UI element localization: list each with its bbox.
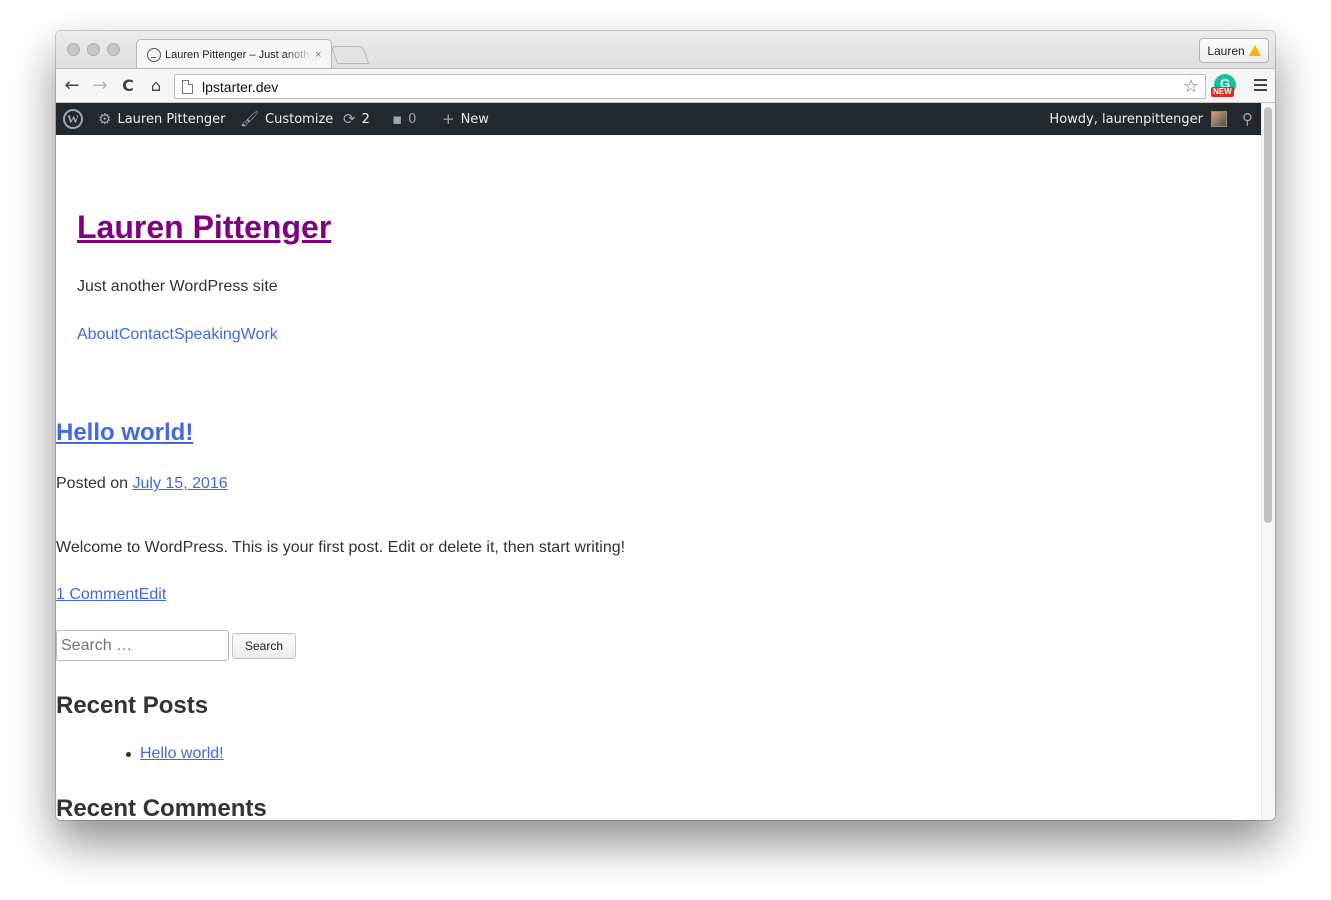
site-description: Just another WordPress site xyxy=(77,278,278,295)
minimize-window-button[interactable] xyxy=(87,43,100,56)
address-bar[interactable]: lpstarter.dev ☆ xyxy=(174,74,1206,99)
page-icon xyxy=(182,80,193,94)
recent-post-link[interactable]: Hello world! xyxy=(140,745,224,763)
post-body: Welcome to WordPress. This is your first… xyxy=(56,539,626,556)
posted-on-label: Posted on xyxy=(56,475,133,492)
home-icon[interactable]: ⌂ xyxy=(145,75,167,97)
site-title-link[interactable]: Lauren Pittenger xyxy=(77,209,331,246)
new-label: New xyxy=(460,111,489,127)
customize-label: Customize xyxy=(265,111,334,127)
dashboard-icon: ⚙ xyxy=(98,110,112,128)
wp-admin-bar: W ⚙ Lauren Pittenger 🖌 Customize ⟳ 2 ▪ 0… xyxy=(56,103,1261,135)
admin-bar-new-content[interactable]: + New xyxy=(442,103,489,135)
hamburger-menu-icon[interactable] xyxy=(1254,79,1267,91)
bookmark-star-icon[interactable]: ☆ xyxy=(1183,76,1199,97)
zoom-window-button[interactable] xyxy=(107,43,120,56)
tab-title: Lauren Pittenger – Just another WordPres… xyxy=(165,49,313,61)
search-icon: ⚲ xyxy=(1242,110,1253,128)
search-button[interactable]: Search xyxy=(232,633,296,659)
edit-link[interactable]: Edit xyxy=(139,586,167,603)
recent-posts-heading: Recent Posts xyxy=(56,692,209,719)
extension-new-badge: NEW xyxy=(1211,87,1234,97)
primary-menu: AboutContactSpeakingWork xyxy=(77,326,278,344)
new-tab-button[interactable] xyxy=(330,46,370,64)
wordpress-logo-icon: W xyxy=(63,109,83,129)
admin-bar-site-name[interactable]: ⚙ Lauren Pittenger xyxy=(98,103,226,135)
menu-item-speaking[interactable]: Speaking xyxy=(174,326,241,343)
scrollbar[interactable] xyxy=(1261,103,1275,820)
admin-bar-comments[interactable]: ▪ 0 xyxy=(392,103,416,135)
admin-bar-customize[interactable]: 🖌 Customize xyxy=(240,103,333,135)
comments-link[interactable]: 1 Comment xyxy=(56,586,139,603)
forward-arrow-icon[interactable]: → xyxy=(89,75,111,97)
plus-icon: + xyxy=(442,110,455,128)
close-window-button[interactable] xyxy=(67,43,80,56)
profile-button[interactable]: Lauren xyxy=(1199,38,1269,63)
search-input[interactable] xyxy=(56,630,229,661)
tab-active[interactable]: Lauren Pittenger – Just another WordPres… xyxy=(136,39,332,68)
bullet-icon xyxy=(126,751,131,757)
menu-item-about[interactable]: About xyxy=(77,326,119,343)
comment-bubble-icon: ▪ xyxy=(392,110,403,128)
warning-icon xyxy=(1248,45,1261,56)
post-footer: 1 CommentEdit xyxy=(56,586,166,604)
recent-comments-heading: Recent Comments xyxy=(56,795,267,820)
menu-item-contact[interactable]: Contact xyxy=(119,326,174,343)
page-viewport: W ⚙ Lauren Pittenger 🖌 Customize ⟳ 2 ▪ 0… xyxy=(56,103,1275,820)
howdy-label: Howdy, laurenpittenger xyxy=(1049,111,1203,127)
browser-toolbar: ← → C ⌂ lpstarter.dev ☆ NEW xyxy=(56,68,1275,103)
post-meta: Posted on July 15, 2016 xyxy=(56,475,228,493)
reload-icon[interactable]: C xyxy=(117,75,139,97)
browser-window: Lauren Pittenger – Just another WordPres… xyxy=(56,31,1275,820)
list-item: Hello world! xyxy=(126,745,224,763)
admin-bar-search[interactable]: ⚲ xyxy=(1242,103,1253,135)
avatar xyxy=(1211,111,1227,127)
admin-bar-my-account[interactable]: Howdy, laurenpittenger xyxy=(1049,103,1227,135)
site-name-label: Lauren Pittenger xyxy=(117,111,226,127)
comments-count: 0 xyxy=(408,111,417,127)
wp-logo-menu[interactable]: W xyxy=(63,103,83,135)
url-text[interactable]: lpstarter.dev xyxy=(202,79,278,95)
admin-bar-updates[interactable]: ⟳ 2 xyxy=(343,103,370,135)
menu-item-work[interactable]: Work xyxy=(241,326,278,343)
updates-count: 2 xyxy=(361,111,370,127)
paintbrush-icon: 🖌 xyxy=(240,110,260,128)
post-date-link[interactable]: July 15, 2016 xyxy=(133,475,228,492)
tab-strip: Lauren Pittenger – Just another WordPres… xyxy=(56,31,1275,68)
updates-icon: ⟳ xyxy=(343,110,356,128)
post-title-link[interactable]: Hello world! xyxy=(56,419,193,447)
wordpress-favicon-icon xyxy=(147,48,161,62)
back-arrow-icon[interactable]: ← xyxy=(61,75,83,97)
profile-name: Lauren xyxy=(1207,43,1245,58)
scrollbar-thumb[interactable] xyxy=(1264,107,1272,523)
tab-close-icon[interactable]: × xyxy=(315,49,321,61)
